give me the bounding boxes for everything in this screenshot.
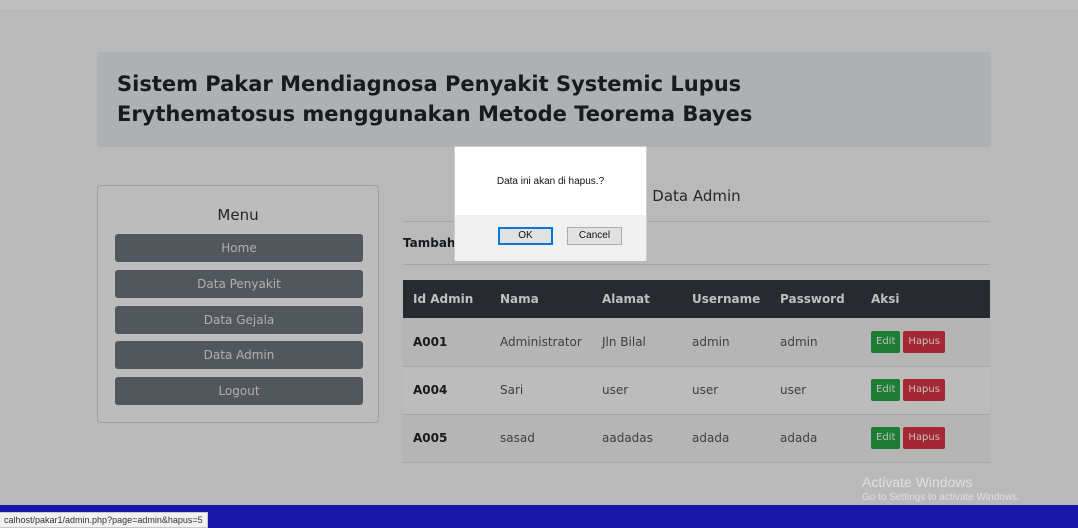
confirm-dialog: Data ini akan di hapus.? OK Cancel: [454, 146, 647, 261]
watermark-subtitle: Go to Settings to activate Windows.: [862, 492, 1020, 503]
watermark-title: Activate Windows: [862, 474, 973, 490]
activate-windows-watermark: Activate Windows Go to Settings to activ…: [862, 474, 1020, 503]
dialog-button-bar: OK Cancel: [455, 215, 646, 261]
cancel-button[interactable]: Cancel: [567, 227, 622, 245]
ok-button[interactable]: OK: [498, 227, 553, 245]
status-bar-url: calhost/pakar1/admin.php?page=admin&hapu…: [0, 512, 208, 528]
dialog-message: Data ini akan di hapus.?: [496, 176, 605, 187]
